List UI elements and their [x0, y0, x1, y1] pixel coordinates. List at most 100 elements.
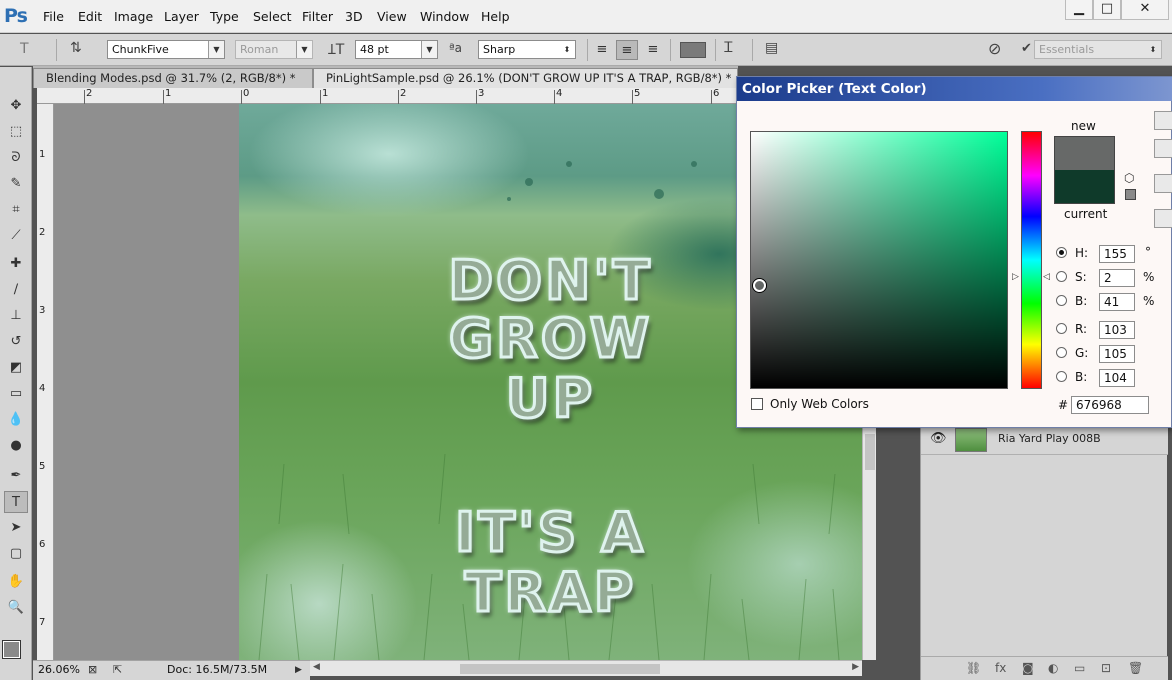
menu-layer[interactable]: Layer — [164, 9, 199, 24]
out-of-gamut-icon[interactable]: ⬡ — [1124, 171, 1134, 185]
menu-view[interactable]: View — [377, 9, 407, 24]
path-selection-tool-icon[interactable]: ➤ — [4, 517, 28, 539]
adjustment-icon[interactable]: ◐ — [1048, 661, 1058, 675]
hue-input[interactable]: 155 — [1099, 245, 1135, 263]
menu-help[interactable]: Help — [481, 9, 510, 24]
saturation-radio[interactable] — [1056, 271, 1067, 282]
text-color-swatch[interactable] — [680, 42, 706, 58]
align-center-button[interactable]: ≡ — [616, 40, 638, 60]
font-family-select[interactable]: ChunkFive ▼ — [107, 40, 225, 59]
layer-thumbnail — [955, 428, 987, 452]
font-style-select[interactable]: Roman ▼ — [235, 40, 313, 59]
scroll-left-icon[interactable]: ◀ — [313, 662, 320, 672]
red-input[interactable]: 103 — [1099, 321, 1135, 339]
type-tool-preset-icon[interactable]: T — [20, 41, 29, 57]
tab-blending-modes[interactable]: Blending Modes.psd @ 31.7% (2, RGB/8*) * — [33, 68, 313, 88]
current-color-swatch[interactable] — [1054, 170, 1115, 204]
add-to-swatches-button[interactable] — [1154, 174, 1172, 193]
brightness-radio[interactable] — [1056, 295, 1067, 306]
horizontal-scrollbar[interactable]: ◀ ▶ — [310, 660, 862, 676]
zoom-level[interactable]: 26.06% — [38, 661, 80, 679]
ok-button[interactable] — [1154, 111, 1172, 130]
crop-tool-icon[interactable]: ⌗ — [4, 199, 28, 221]
menu-select[interactable]: Select — [253, 9, 292, 24]
history-brush-tool-icon[interactable]: ↺ — [4, 331, 28, 353]
hue-slider-left-arrow-icon[interactable]: ▷ — [1012, 272, 1019, 282]
red-radio[interactable] — [1056, 323, 1067, 334]
warp-text-icon[interactable]: Ꮖ — [724, 40, 733, 56]
marquee-tool-icon[interactable]: ⬚ — [4, 121, 28, 143]
clone-stamp-tool-icon[interactable]: ⊥ — [4, 305, 28, 327]
close-button[interactable]: ✕ — [1121, 0, 1169, 20]
hue-slider-right-arrow-icon[interactable]: ◁ — [1043, 272, 1050, 282]
shape-tool-icon[interactable]: ▢ — [4, 543, 28, 565]
quick-select-tool-icon[interactable]: ✎ — [4, 173, 28, 195]
align-left-button[interactable]: ≡ — [591, 40, 613, 60]
eraser-tool-icon[interactable]: ◩ — [4, 357, 28, 379]
blue-input[interactable]: 104 — [1099, 369, 1135, 387]
blur-tool-icon[interactable]: 💧 — [4, 409, 28, 431]
new-layer-icon[interactable]: ⊡ — [1101, 661, 1111, 675]
dodge-tool-icon[interactable]: ● — [4, 435, 28, 457]
scroll-right-icon[interactable]: ▶ — [852, 662, 859, 672]
saturation-brightness-field[interactable] — [750, 131, 1008, 389]
minimize-button[interactable]: ▁ — [1065, 0, 1093, 20]
green-input[interactable]: 105 — [1099, 345, 1135, 363]
type-tool-icon[interactable]: T — [4, 491, 28, 513]
green-radio[interactable] — [1056, 347, 1067, 358]
character-panel-icon[interactable]: ▤ — [765, 40, 778, 56]
brush-tool-icon[interactable]: ∕ — [4, 279, 28, 301]
color-field-marker[interactable] — [753, 279, 766, 292]
link-icon[interactable]: ⛓ — [966, 661, 981, 675]
hue-slider[interactable] — [1021, 131, 1042, 389]
horizontal-scroll-thumb[interactable] — [460, 664, 660, 674]
move-tool-icon[interactable]: ✥ — [4, 95, 28, 117]
antialias-select[interactable]: Sharp ⬍ — [478, 40, 576, 59]
eyedropper-tool-icon[interactable]: ⟋ — [4, 225, 28, 247]
saturation-input[interactable]: 2 — [1099, 269, 1135, 287]
red-label: R: — [1075, 322, 1088, 336]
blue-radio[interactable] — [1056, 371, 1067, 382]
foreground-color-swatch[interactable] — [3, 641, 20, 658]
brightness-input[interactable]: 41 — [1099, 293, 1135, 311]
status-options-icon[interactable]: ⊠ — [88, 661, 97, 679]
layer-name[interactable]: Ria Yard Play 008B — [998, 432, 1101, 445]
layer-row[interactable]: 👁 Ria Yard Play 008B — [921, 425, 1168, 455]
lasso-tool-icon[interactable]: ᘐ — [4, 147, 28, 169]
hex-input[interactable]: 676968 — [1071, 396, 1149, 414]
fx-icon[interactable]: fx — [995, 661, 1006, 675]
mask-icon[interactable]: ◙ — [1022, 661, 1034, 675]
menu-type[interactable]: Type — [210, 9, 239, 24]
color-libraries-button[interactable] — [1154, 209, 1172, 228]
menu-window[interactable]: Window — [420, 9, 469, 24]
cancel-icon[interactable]: ⊘ — [988, 39, 1001, 58]
workspace-select[interactable]: Essentials ⬍ — [1034, 40, 1162, 59]
menu-image[interactable]: Image — [114, 9, 153, 24]
hue-radio[interactable] — [1056, 247, 1067, 258]
hand-tool-icon[interactable]: ✋ — [4, 571, 28, 593]
status-menu-icon[interactable]: ⇱ — [113, 661, 122, 679]
folder-icon[interactable]: ▭ — [1074, 661, 1085, 675]
status-arrow-icon[interactable]: ▶ — [295, 661, 302, 679]
only-web-colors-checkbox[interactable] — [751, 398, 763, 410]
web-safe-swatch-icon[interactable] — [1125, 189, 1136, 200]
menu-edit[interactable]: Edit — [78, 9, 102, 24]
cancel-button[interactable] — [1154, 139, 1172, 158]
text-orientation-icon[interactable]: ⇅ — [70, 40, 82, 56]
align-right-button[interactable]: ≡ — [642, 40, 664, 60]
dialog-title[interactable]: Color Picker (Text Color) — [737, 77, 1172, 101]
zoom-tool-icon[interactable]: 🔍 — [4, 597, 28, 619]
pen-tool-icon[interactable]: ✒ — [4, 465, 28, 487]
menu-3d[interactable]: 3D — [345, 9, 363, 24]
vertical-scroll-thumb[interactable] — [865, 434, 875, 470]
trash-icon[interactable]: 🗑 — [1128, 661, 1143, 675]
eye-icon[interactable]: 👁 — [930, 431, 947, 446]
font-size-select[interactable]: 48 pt ▼ — [355, 40, 438, 59]
tab-pinlight-sample[interactable]: PinLightSample.psd @ 26.1% (DON'T GROW U… — [313, 68, 738, 88]
healing-brush-tool-icon[interactable]: ✚ — [4, 253, 28, 275]
gradient-tool-icon[interactable]: ▭ — [4, 383, 28, 405]
menu-file[interactable]: File — [43, 9, 64, 24]
menu-filter[interactable]: Filter — [302, 9, 333, 24]
commit-check-icon[interactable]: ✔ — [1021, 41, 1032, 56]
maximize-button[interactable]: □ — [1093, 0, 1121, 20]
